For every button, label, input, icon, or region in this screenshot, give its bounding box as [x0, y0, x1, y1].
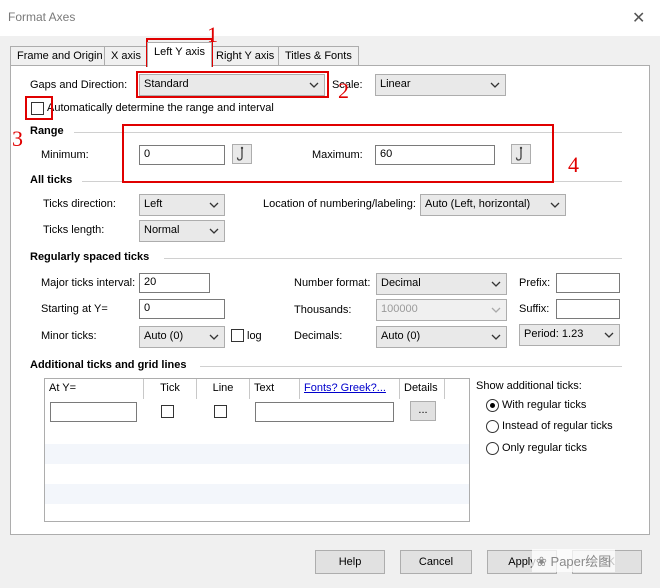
watermark: ❀ Paper绘图 — [532, 549, 616, 572]
starting-at-label: Starting at Y= — [41, 303, 108, 315]
period-select[interactable]: Period: 1.23 — [519, 324, 620, 346]
text-input[interactable] — [255, 402, 394, 422]
scale-value: Linear — [380, 78, 411, 90]
ticks-direction-label: Ticks direction: — [43, 198, 116, 210]
column-header-line: Line — [197, 379, 250, 399]
log-checkbox[interactable] — [231, 329, 244, 342]
suffix-input[interactable] — [556, 299, 620, 319]
log-label: log — [247, 330, 262, 342]
tab-titles-fonts[interactable]: Titles & Fonts — [278, 46, 359, 66]
annotation-number-4: 4 — [568, 152, 579, 177]
tab-left-y-axis[interactable]: Left Y axis — [147, 42, 212, 67]
ticks-direction-value: Left — [144, 198, 163, 210]
radio-only-regular-label: Only regular ticks — [502, 442, 587, 454]
chevron-down-icon — [491, 281, 501, 287]
ticks-length-label: Ticks length: — [43, 224, 105, 236]
help-button[interactable]: Help — [315, 550, 385, 574]
chevron-down-icon — [550, 202, 560, 208]
radio-instead-of-regular-label: Instead of regular ticks — [502, 420, 613, 432]
number-format-value: Decimal — [381, 277, 421, 289]
thousands-select: 100000 — [376, 299, 507, 321]
title-bar: Format Axes ✕ — [0, 0, 660, 36]
radio-with-regular[interactable] — [486, 399, 499, 412]
line-checkbox[interactable] — [214, 405, 227, 418]
chevron-down-icon — [490, 82, 500, 88]
thousands-value: 100000 — [381, 303, 418, 315]
ticks-length-value: Normal — [144, 224, 180, 236]
chevron-down-icon — [209, 334, 219, 340]
watermark-text: Paper绘图 — [550, 554, 612, 569]
major-interval-input[interactable]: 20 — [139, 273, 210, 293]
additional-ticks-grid: At Y= Tick Line Text Fonts? Greek?... De… — [44, 378, 470, 522]
thousands-label: Thousands: — [294, 304, 352, 316]
decimals-select[interactable]: Auto (0) — [376, 326, 507, 348]
number-format-select[interactable]: Decimal — [376, 273, 507, 295]
location-select[interactable]: Auto (Left, horizontal) — [420, 194, 566, 216]
minor-ticks-label: Minor ticks: — [41, 330, 97, 342]
gaps-label: Gaps and Direction: — [30, 79, 128, 91]
location-value: Auto (Left, horizontal) — [425, 198, 531, 210]
number-format-label: Number format: — [294, 277, 371, 289]
table-row — [45, 424, 469, 444]
fonts-greek-link[interactable]: Fonts? Greek?... — [304, 382, 386, 394]
table-row — [45, 444, 469, 464]
all-ticks-heading: All ticks — [30, 174, 73, 186]
starting-at-input[interactable]: 0 — [139, 299, 225, 319]
tab-frame-and-origin[interactable]: Frame and Origin — [10, 46, 110, 66]
at-y-input[interactable] — [50, 402, 137, 422]
minor-ticks-select[interactable]: Auto (0) — [139, 326, 225, 348]
chevron-down-icon — [209, 228, 219, 234]
annotation-number-2: 2 — [338, 78, 349, 103]
table-row — [45, 464, 469, 484]
column-header-text-label: Text — [254, 382, 275, 394]
prefix-label: Prefix: — [519, 277, 551, 289]
regular-ticks-heading: Regularly spaced ticks — [30, 251, 150, 263]
column-header-at-y: At Y= — [45, 379, 144, 399]
regular-ticks-divider — [164, 258, 622, 259]
radio-only-regular[interactable] — [486, 442, 499, 455]
range-heading: Range — [30, 125, 64, 137]
column-header-details: Details — [400, 379, 445, 399]
tick-checkbox[interactable] — [161, 405, 174, 418]
decimals-value: Auto (0) — [381, 330, 421, 342]
column-header-tick: Tick — [144, 379, 197, 399]
period-value: Period: 1.23 — [524, 328, 584, 340]
suffix-label: Suffix: — [519, 303, 550, 315]
show-additional-label: Show additional ticks: — [476, 380, 582, 392]
annotation-box-3 — [25, 96, 53, 120]
table-row — [45, 484, 469, 504]
location-label: Location of numbering/labeling: — [263, 198, 416, 210]
column-header-text: Text — [250, 379, 300, 399]
cancel-button[interactable]: Cancel — [400, 550, 472, 574]
major-interval-label: Major ticks interval: — [41, 277, 136, 289]
chevron-down-icon — [604, 332, 614, 338]
fonts-greek-link-cell: Fonts? Greek?... — [300, 379, 400, 399]
details-button[interactable]: ... — [410, 401, 436, 421]
decimals-label: Decimals: — [294, 330, 343, 342]
prefix-input[interactable] — [556, 273, 620, 293]
minimum-label: Minimum: — [41, 149, 89, 161]
annotation-number-3: 3 — [12, 126, 23, 151]
chevron-down-icon — [491, 334, 501, 340]
radio-instead-of-regular[interactable] — [486, 420, 499, 433]
ticks-direction-select[interactable]: Left — [139, 194, 225, 216]
auto-range-label: Automatically determine the range and in… — [47, 102, 274, 114]
chevron-down-icon — [209, 202, 219, 208]
scale-select[interactable]: Linear — [375, 74, 506, 96]
minor-ticks-value: Auto (0) — [144, 330, 184, 342]
table-row — [45, 504, 469, 521]
ticks-length-select[interactable]: Normal — [139, 220, 225, 242]
annotation-box-2 — [136, 71, 329, 98]
additional-ticks-heading: Additional ticks and grid lines — [30, 359, 187, 371]
tab-x-axis[interactable]: X axis — [104, 46, 148, 66]
radio-with-regular-label: With regular ticks — [502, 399, 587, 411]
chevron-down-icon — [491, 307, 501, 313]
watermark-icon: ❀ — [536, 554, 547, 569]
window-title: Format Axes — [8, 10, 76, 24]
close-icon[interactable]: ✕ — [632, 8, 645, 28]
annotation-box-4 — [122, 124, 554, 183]
tab-right-y-axis[interactable]: Right Y axis — [209, 46, 282, 66]
table-row: ... — [45, 399, 469, 422]
additional-ticks-divider — [200, 366, 622, 367]
